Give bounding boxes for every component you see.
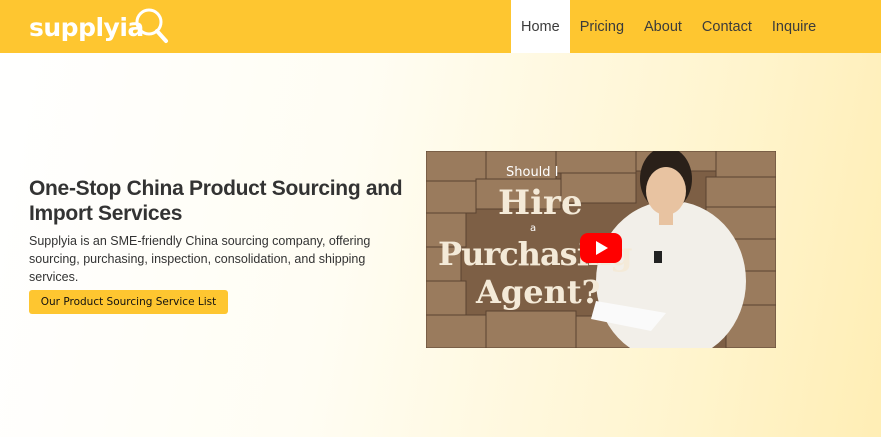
- video-title-line1: Should I: [506, 165, 559, 180]
- video-title-line3: a: [530, 223, 537, 234]
- nav-inquire[interactable]: Inquire: [762, 0, 826, 53]
- video-player[interactable]: Should I Hire a Purchasing Agent?: [426, 151, 776, 348]
- service-list-button[interactable]: Our Product Sourcing Service List: [29, 290, 228, 314]
- logo-text: supplyia: [29, 12, 144, 42]
- site-header: supplyia Home Pricing About Contact Inqu…: [0, 0, 881, 53]
- nav-about[interactable]: About: [634, 0, 692, 53]
- hero-section: One-Stop China Product Sourcing and Impo…: [29, 176, 414, 286]
- nav-pricing[interactable]: Pricing: [570, 0, 634, 53]
- nav-contact[interactable]: Contact: [692, 0, 762, 53]
- nav-home[interactable]: Home: [511, 0, 570, 53]
- hero-description: Supplyia is an SME-friendly China sourci…: [29, 234, 371, 284]
- youtube-play-icon[interactable]: [580, 233, 622, 263]
- video-title-line5: Agent?: [476, 273, 601, 311]
- main-nav: Home Pricing About Contact Inquire: [511, 0, 826, 53]
- logo[interactable]: supplyia: [29, 4, 168, 50]
- play-triangle-icon: [596, 241, 608, 255]
- video-title-line2: Hire: [498, 183, 583, 223]
- hero-title: One-Stop China Product Sourcing and Impo…: [29, 177, 403, 225]
- magnifier-icon: [135, 8, 168, 43]
